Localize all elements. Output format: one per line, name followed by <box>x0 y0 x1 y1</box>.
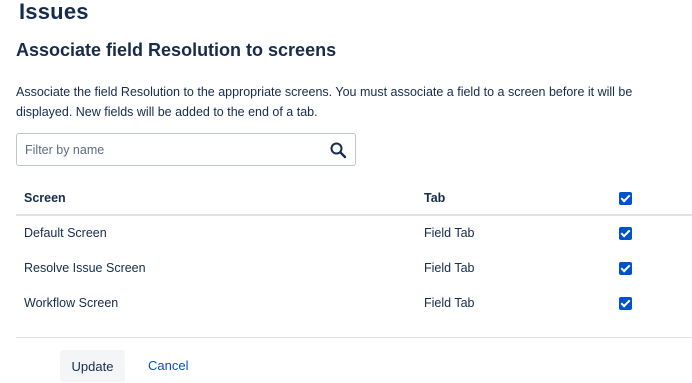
description-text: Associate the field Resolution to the ap… <box>16 85 633 119</box>
column-header-tab: Tab <box>424 181 619 216</box>
row-checkbox[interactable] <box>619 296 632 310</box>
tab-name-cell: Field Tab <box>424 226 475 240</box>
table-row: Resolve Issue Screen Field Tab <box>16 250 692 285</box>
row-checkbox[interactable] <box>619 261 632 275</box>
select-all-checkbox[interactable] <box>619 191 632 205</box>
update-button[interactable]: Update <box>60 350 125 382</box>
column-header-screen: Screen <box>16 181 424 216</box>
filter-input[interactable] <box>25 134 325 165</box>
column-header-select <box>619 181 692 216</box>
tab-name-cell: Field Tab <box>424 295 475 310</box>
checkbox-cell <box>619 215 692 250</box>
screens-table: Screen Tab Default Screen Field Tab Reso… <box>16 181 692 320</box>
filter-box[interactable] <box>16 133 356 166</box>
screen-name-cell: Default Screen <box>24 226 107 240</box>
table-row: Default Screen Field Tab <box>16 215 692 250</box>
screen-name-cell: Workflow Screen <box>24 295 119 310</box>
screen-name-cell: Resolve Issue Screen <box>24 260 146 275</box>
page-heading: Issues <box>19 0 89 24</box>
section-title: Associate field Resolution to screens <box>16 40 337 60</box>
table-header-row: Screen Tab <box>16 181 692 216</box>
row-checkbox[interactable] <box>619 227 632 241</box>
tab-name-cell: Field Tab <box>424 260 475 275</box>
checkbox-cell <box>619 285 692 320</box>
cancel-link[interactable]: Cancel <box>148 358 188 373</box>
search-icon[interactable] <box>329 141 347 159</box>
checkbox-cell <box>619 250 692 285</box>
table-row: Workflow Screen Field Tab <box>16 285 692 320</box>
divider <box>16 337 692 338</box>
